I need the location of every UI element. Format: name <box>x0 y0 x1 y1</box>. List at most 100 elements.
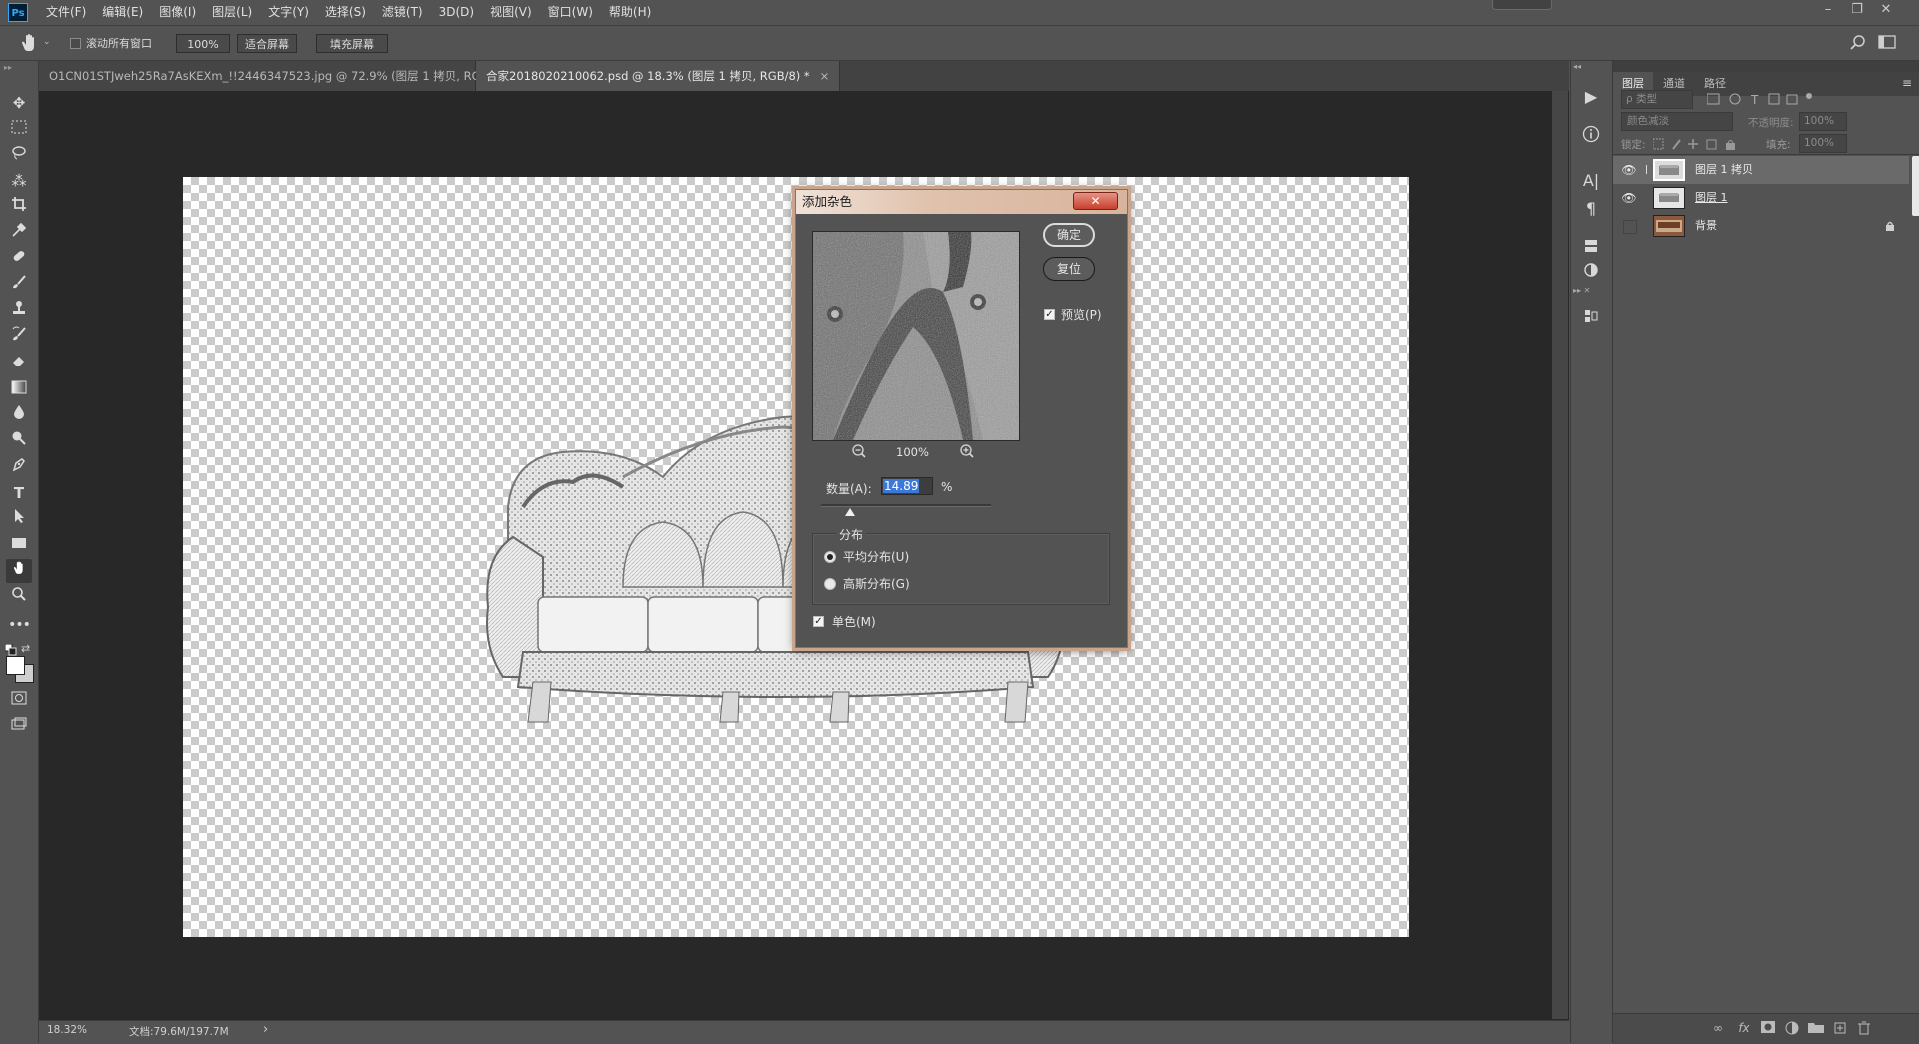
info-icon[interactable] <box>1579 125 1603 149</box>
layer-style-icon[interactable]: fx <box>1735 1021 1753 1037</box>
link-layers-icon[interactable]: ∞ <box>1709 1021 1727 1037</box>
monochromatic-checkbox[interactable]: ✓ <box>813 616 824 627</box>
panel-menu-icon[interactable]: ≡ <box>1902 76 1912 90</box>
amount-slider-track[interactable] <box>821 504 991 516</box>
zoom-100-button[interactable]: 100% <box>176 34 230 53</box>
lock-icons[interactable] <box>1652 137 1748 151</box>
zoom-in-icon[interactable] <box>959 443 975 459</box>
brush-tool-icon[interactable] <box>6 273 32 297</box>
zoom-readout[interactable]: 18.32% <box>47 1024 87 1036</box>
layer-row[interactable]: 背景 <box>1613 212 1909 240</box>
amount-input[interactable]: 14.89 <box>881 477 933 495</box>
rectangle-tool-icon[interactable] <box>6 533 32 557</box>
search-icon[interactable] <box>1848 33 1868 53</box>
minimize-button[interactable]: – <box>1814 0 1842 22</box>
zoom-out-icon[interactable] <box>851 443 867 459</box>
menu-help[interactable]: 帮助(H) <box>601 0 659 25</box>
tab-document-1[interactable]: O1CN01STJweh25Ra7AsKEXm_!!2446347523.jpg… <box>39 61 533 91</box>
gradient-tool-icon[interactable] <box>6 377 32 401</box>
collapse-arrows-icon[interactable]: ▸▸ <box>4 63 12 72</box>
adjustments-icon[interactable] <box>1579 261 1603 285</box>
reset-button[interactable]: 复位 <box>1043 257 1095 281</box>
menu-view[interactable]: 视图(V) <box>482 0 540 25</box>
menu-layer[interactable]: 图层(L) <box>204 0 260 25</box>
title-grip[interactable] <box>1492 0 1552 10</box>
menu-filter[interactable]: 滤镜(T) <box>374 0 431 25</box>
kind-filter-select[interactable]: ρ 类型 <box>1621 90 1693 109</box>
fill-screen-button[interactable]: 填充屏幕 <box>316 34 388 53</box>
magic-wand-tool-icon[interactable]: ⁂ <box>6 169 32 193</box>
close-window-button[interactable]: ✕ <box>1872 0 1900 22</box>
close-icon[interactable]: × <box>820 69 830 83</box>
new-group-icon[interactable] <box>1807 1021 1825 1037</box>
layer-row[interactable]: 👁 图层 1 <box>1613 184 1909 212</box>
adjustment-layer-icon[interactable] <box>1783 1021 1801 1037</box>
menu-type[interactable]: 文字(Y) <box>260 0 317 25</box>
menu-window[interactable]: 窗口(W) <box>540 0 601 25</box>
move-tool-icon[interactable]: ✥ <box>6 91 32 115</box>
collapse-arrows-icon[interactable]: ◂◂ <box>1573 62 1581 71</box>
add-mask-icon[interactable] <box>1759 1021 1777 1037</box>
swap-colors-icon[interactable]: ⇄ <box>21 642 30 655</box>
filter-preview[interactable] <box>812 231 1020 441</box>
eraser-tool-icon[interactable] <box>6 351 32 375</box>
visibility-eye-icon[interactable]: 👁 <box>1621 190 1637 206</box>
more-tools-icon[interactable]: ••• <box>6 613 32 637</box>
clone-stamp-tool-icon[interactable] <box>6 299 32 323</box>
pen-tool-icon[interactable] <box>6 455 32 479</box>
workspace-icon[interactable] <box>1878 34 1896 50</box>
lasso-tool-icon[interactable] <box>6 143 32 167</box>
layer-name[interactable]: 背景 <box>1695 212 1717 240</box>
status-menu-arrow[interactable]: › <box>263 1022 268 1037</box>
chevron-down-icon[interactable]: ⌄ <box>43 37 51 47</box>
fill-input[interactable]: 100% <box>1799 134 1847 153</box>
type-tool-icon[interactable]: T <box>6 481 32 505</box>
menu-file[interactable]: 文件(F) <box>38 0 94 25</box>
gaussian-radio[interactable] <box>824 578 836 590</box>
delete-layer-icon[interactable] <box>1855 1021 1873 1037</box>
screen-mode-icon[interactable] <box>6 714 32 738</box>
visibility-toggle-empty[interactable] <box>1623 220 1637 234</box>
new-layer-icon[interactable] <box>1831 1021 1849 1037</box>
zoom-tool-icon[interactable] <box>6 585 32 609</box>
eyedropper-tool-icon[interactable] <box>6 221 32 245</box>
character-icon[interactable]: A| <box>1579 169 1603 193</box>
layer-name[interactable]: 图层 1 <box>1695 184 1728 212</box>
hand-tool-icon[interactable] <box>6 559 32 583</box>
filter-icons[interactable]: T <box>1706 92 1817 107</box>
properties-icon[interactable] <box>1579 307 1603 331</box>
tab-document-2[interactable]: 合家2018020210062.psd @ 18.3% (图层 1 拷贝, RG… <box>476 61 840 91</box>
preview-checkbox[interactable]: ✓ <box>1044 309 1055 320</box>
crop-tool-icon[interactable] <box>6 195 32 219</box>
collapse-arrows-icon[interactable]: ▸▸ ✕ <box>1573 286 1590 295</box>
menu-3d[interactable]: 3D(D) <box>431 0 482 25</box>
marquee-tool-icon[interactable] <box>6 117 32 141</box>
ok-button[interactable]: 确定 <box>1043 223 1095 247</box>
fit-screen-button[interactable]: 适合屏幕 <box>237 34 297 53</box>
foreground-color-swatch[interactable] <box>6 656 25 675</box>
restore-button[interactable]: ❐ <box>1843 0 1871 22</box>
menu-edit[interactable]: 编辑(E) <box>94 0 151 25</box>
opacity-input[interactable]: 100% <box>1799 112 1847 131</box>
paragraph-icon[interactable]: ¶ <box>1579 197 1603 221</box>
path-selection-tool-icon[interactable] <box>6 507 32 531</box>
menu-select[interactable]: 选择(S) <box>317 0 374 25</box>
libraries-icon[interactable] <box>1579 237 1603 261</box>
layers-scrollbar-thumb[interactable] <box>1912 156 1919 216</box>
default-colors-icon[interactable] <box>4 643 17 656</box>
dodge-tool-icon[interactable] <box>6 429 32 453</box>
scroll-all-windows-checkbox[interactable] <box>70 38 81 49</box>
history-brush-tool-icon[interactable] <box>6 325 32 349</box>
amount-slider-thumb[interactable] <box>844 508 855 516</box>
uniform-radio[interactable] <box>824 551 836 563</box>
menu-image[interactable]: 图像(I) <box>151 0 204 25</box>
dialog-close-button[interactable]: ✕ <box>1073 192 1118 210</box>
play-actions-icon[interactable]: ▶ <box>1579 85 1603 109</box>
layer-row[interactable]: 👁 图层 1 拷贝 <box>1613 156 1909 184</box>
visibility-eye-icon[interactable]: 👁 <box>1621 162 1637 178</box>
hand-tool-preset-icon[interactable] <box>18 32 40 54</box>
vertical-scrollbar[interactable] <box>1552 91 1568 1019</box>
quick-mask-icon[interactable] <box>6 688 32 712</box>
layer-name[interactable]: 图层 1 拷贝 <box>1695 156 1753 184</box>
healing-brush-tool-icon[interactable] <box>6 247 32 271</box>
